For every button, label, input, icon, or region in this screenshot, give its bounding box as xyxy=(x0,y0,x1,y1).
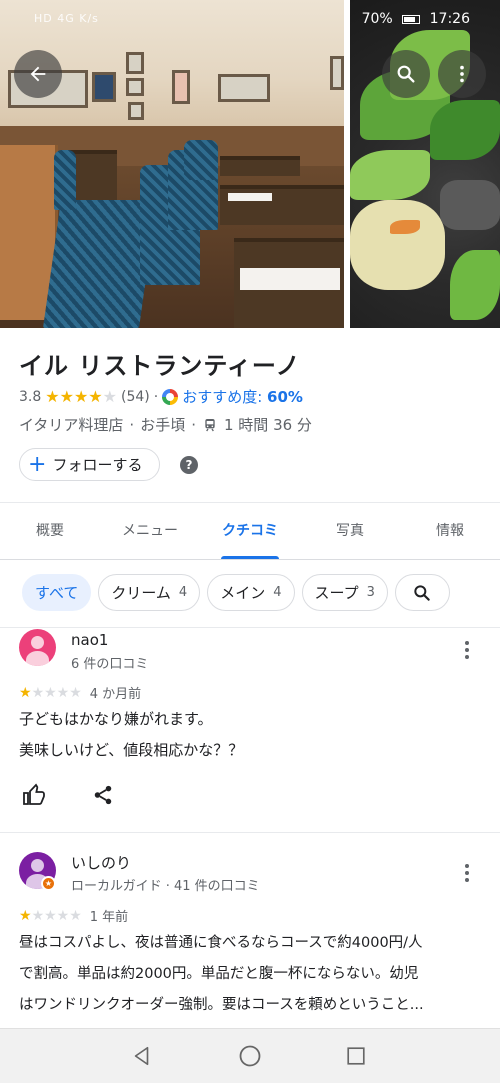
review-rating: ★★★★★ 4 か月前 xyxy=(19,683,142,703)
review-date: 4 か月前 xyxy=(89,687,142,702)
transit-icon xyxy=(205,418,215,431)
help-icon[interactable]: ? xyxy=(180,456,198,474)
battery-level: 70% xyxy=(361,11,393,27)
back-arrow-icon xyxy=(30,66,46,82)
review-date: 1 年前 xyxy=(89,910,129,925)
salad-dish-photo[interactable] xyxy=(350,0,500,328)
filter-chip-cream[interactable]: クリーム 4 xyxy=(98,574,201,611)
clock: 17:26 xyxy=(429,11,470,27)
category-row: イタリア料理店 · お手頃 · 1 時間 36 分 xyxy=(19,415,312,435)
review-text: 子どもはかなり嫌がれます。 美味しいけど、値段相応かな？？ xyxy=(19,710,244,759)
network-indicator: HD 4G K/s xyxy=(34,12,99,25)
nav-home-icon xyxy=(239,1045,261,1067)
review-more-button[interactable] xyxy=(460,864,474,882)
place-category: イタリア料理店 xyxy=(19,416,124,434)
system-nav-bar xyxy=(0,1028,500,1083)
review-author-meta: 6 件の口コミ xyxy=(71,657,149,672)
photo-gallery[interactable]: HD 4G K/s 70% 17:26 xyxy=(0,0,500,328)
tab-reviews[interactable]: クチコミ xyxy=(200,503,300,559)
follow-button[interactable]: + フォローする xyxy=(19,448,160,481)
rating-stars: ★★★★★ xyxy=(45,387,117,406)
nav-back-button[interactable] xyxy=(129,1043,155,1069)
place-tabs: 概要 メニュー クチコミ 写真 情報 xyxy=(0,502,500,560)
review-item: ★ いしのり ローカルガイド · 41 件の口コミ ★★★★★ 1 年前 昼はコ… xyxy=(0,832,500,1028)
nav-recents-icon xyxy=(347,1047,365,1065)
price-level: お手頃 xyxy=(140,416,186,434)
plus-icon: + xyxy=(28,451,47,477)
review-item: nao1 6 件の口コミ ★★★★★ 4 か月前 子どもはかなり嫌がれます。 美… xyxy=(0,627,500,832)
search-icon xyxy=(414,584,431,601)
review-rating: ★★★★★ 1 年前 xyxy=(19,906,129,926)
avatar[interactable] xyxy=(19,629,56,666)
follow-label: フォローする xyxy=(52,456,143,474)
google-recommend-icon xyxy=(162,388,179,405)
search-button[interactable] xyxy=(382,50,430,98)
local-guide-badge-icon: ★ xyxy=(41,876,56,891)
search-icon xyxy=(397,65,415,83)
filter-chip-main[interactable]: メイン 4 xyxy=(207,574,295,611)
tab-photos[interactable]: 写真 xyxy=(300,503,400,559)
back-button[interactable] xyxy=(14,50,62,98)
review-text[interactable]: 昼はコスパよし、夜は普通に食べるならコースで約4000円/人 で割高。単品は約2… xyxy=(19,928,481,1021)
rating-value: 3.8 xyxy=(19,388,42,405)
tab-menu[interactable]: メニュー xyxy=(100,503,200,559)
share-button[interactable] xyxy=(89,781,117,809)
review-filter-chips: すべて クリーム 4 メイン 4 スープ 3 xyxy=(22,574,450,611)
review-more-button[interactable] xyxy=(460,641,474,659)
restaurant-interior-photo[interactable] xyxy=(0,0,344,328)
review-stars: ★★★★★ xyxy=(19,684,82,701)
battery-icon xyxy=(402,14,421,24)
nav-back-icon xyxy=(134,1046,149,1066)
nav-home-button[interactable] xyxy=(237,1043,263,1069)
share-icon xyxy=(94,785,112,805)
review-author[interactable]: nao1 xyxy=(71,631,108,649)
place-name: イル リストランティーノ xyxy=(19,352,301,380)
nav-recents-button[interactable] xyxy=(343,1043,369,1069)
status-bar: HD 4G K/s 70% 17:26 xyxy=(0,0,500,40)
review-count: (54) xyxy=(120,388,150,405)
travel-time: 1 時間 36 分 xyxy=(223,416,312,434)
filter-chip-all[interactable]: すべて xyxy=(22,574,92,611)
review-search-button[interactable] xyxy=(394,574,450,611)
like-button[interactable] xyxy=(20,781,48,809)
like-icon xyxy=(23,783,45,805)
review-author-meta: ローカルガイド · 41 件の口コミ xyxy=(71,879,260,894)
recommend-score[interactable]: おすすめ度: 60% xyxy=(182,386,303,407)
filter-chip-soup[interactable]: スープ 3 xyxy=(301,574,388,611)
rating-row[interactable]: 3.8 ★★★★★ (54) · おすすめ度: 60% xyxy=(19,386,303,407)
more-vert-icon xyxy=(460,65,464,83)
review-author[interactable]: いしのり xyxy=(71,852,131,873)
tab-about[interactable]: 情報 xyxy=(400,503,500,559)
review-stars: ★★★★★ xyxy=(19,907,82,924)
more-options-button[interactable] xyxy=(438,50,486,98)
tab-overview[interactable]: 概要 xyxy=(0,503,100,559)
